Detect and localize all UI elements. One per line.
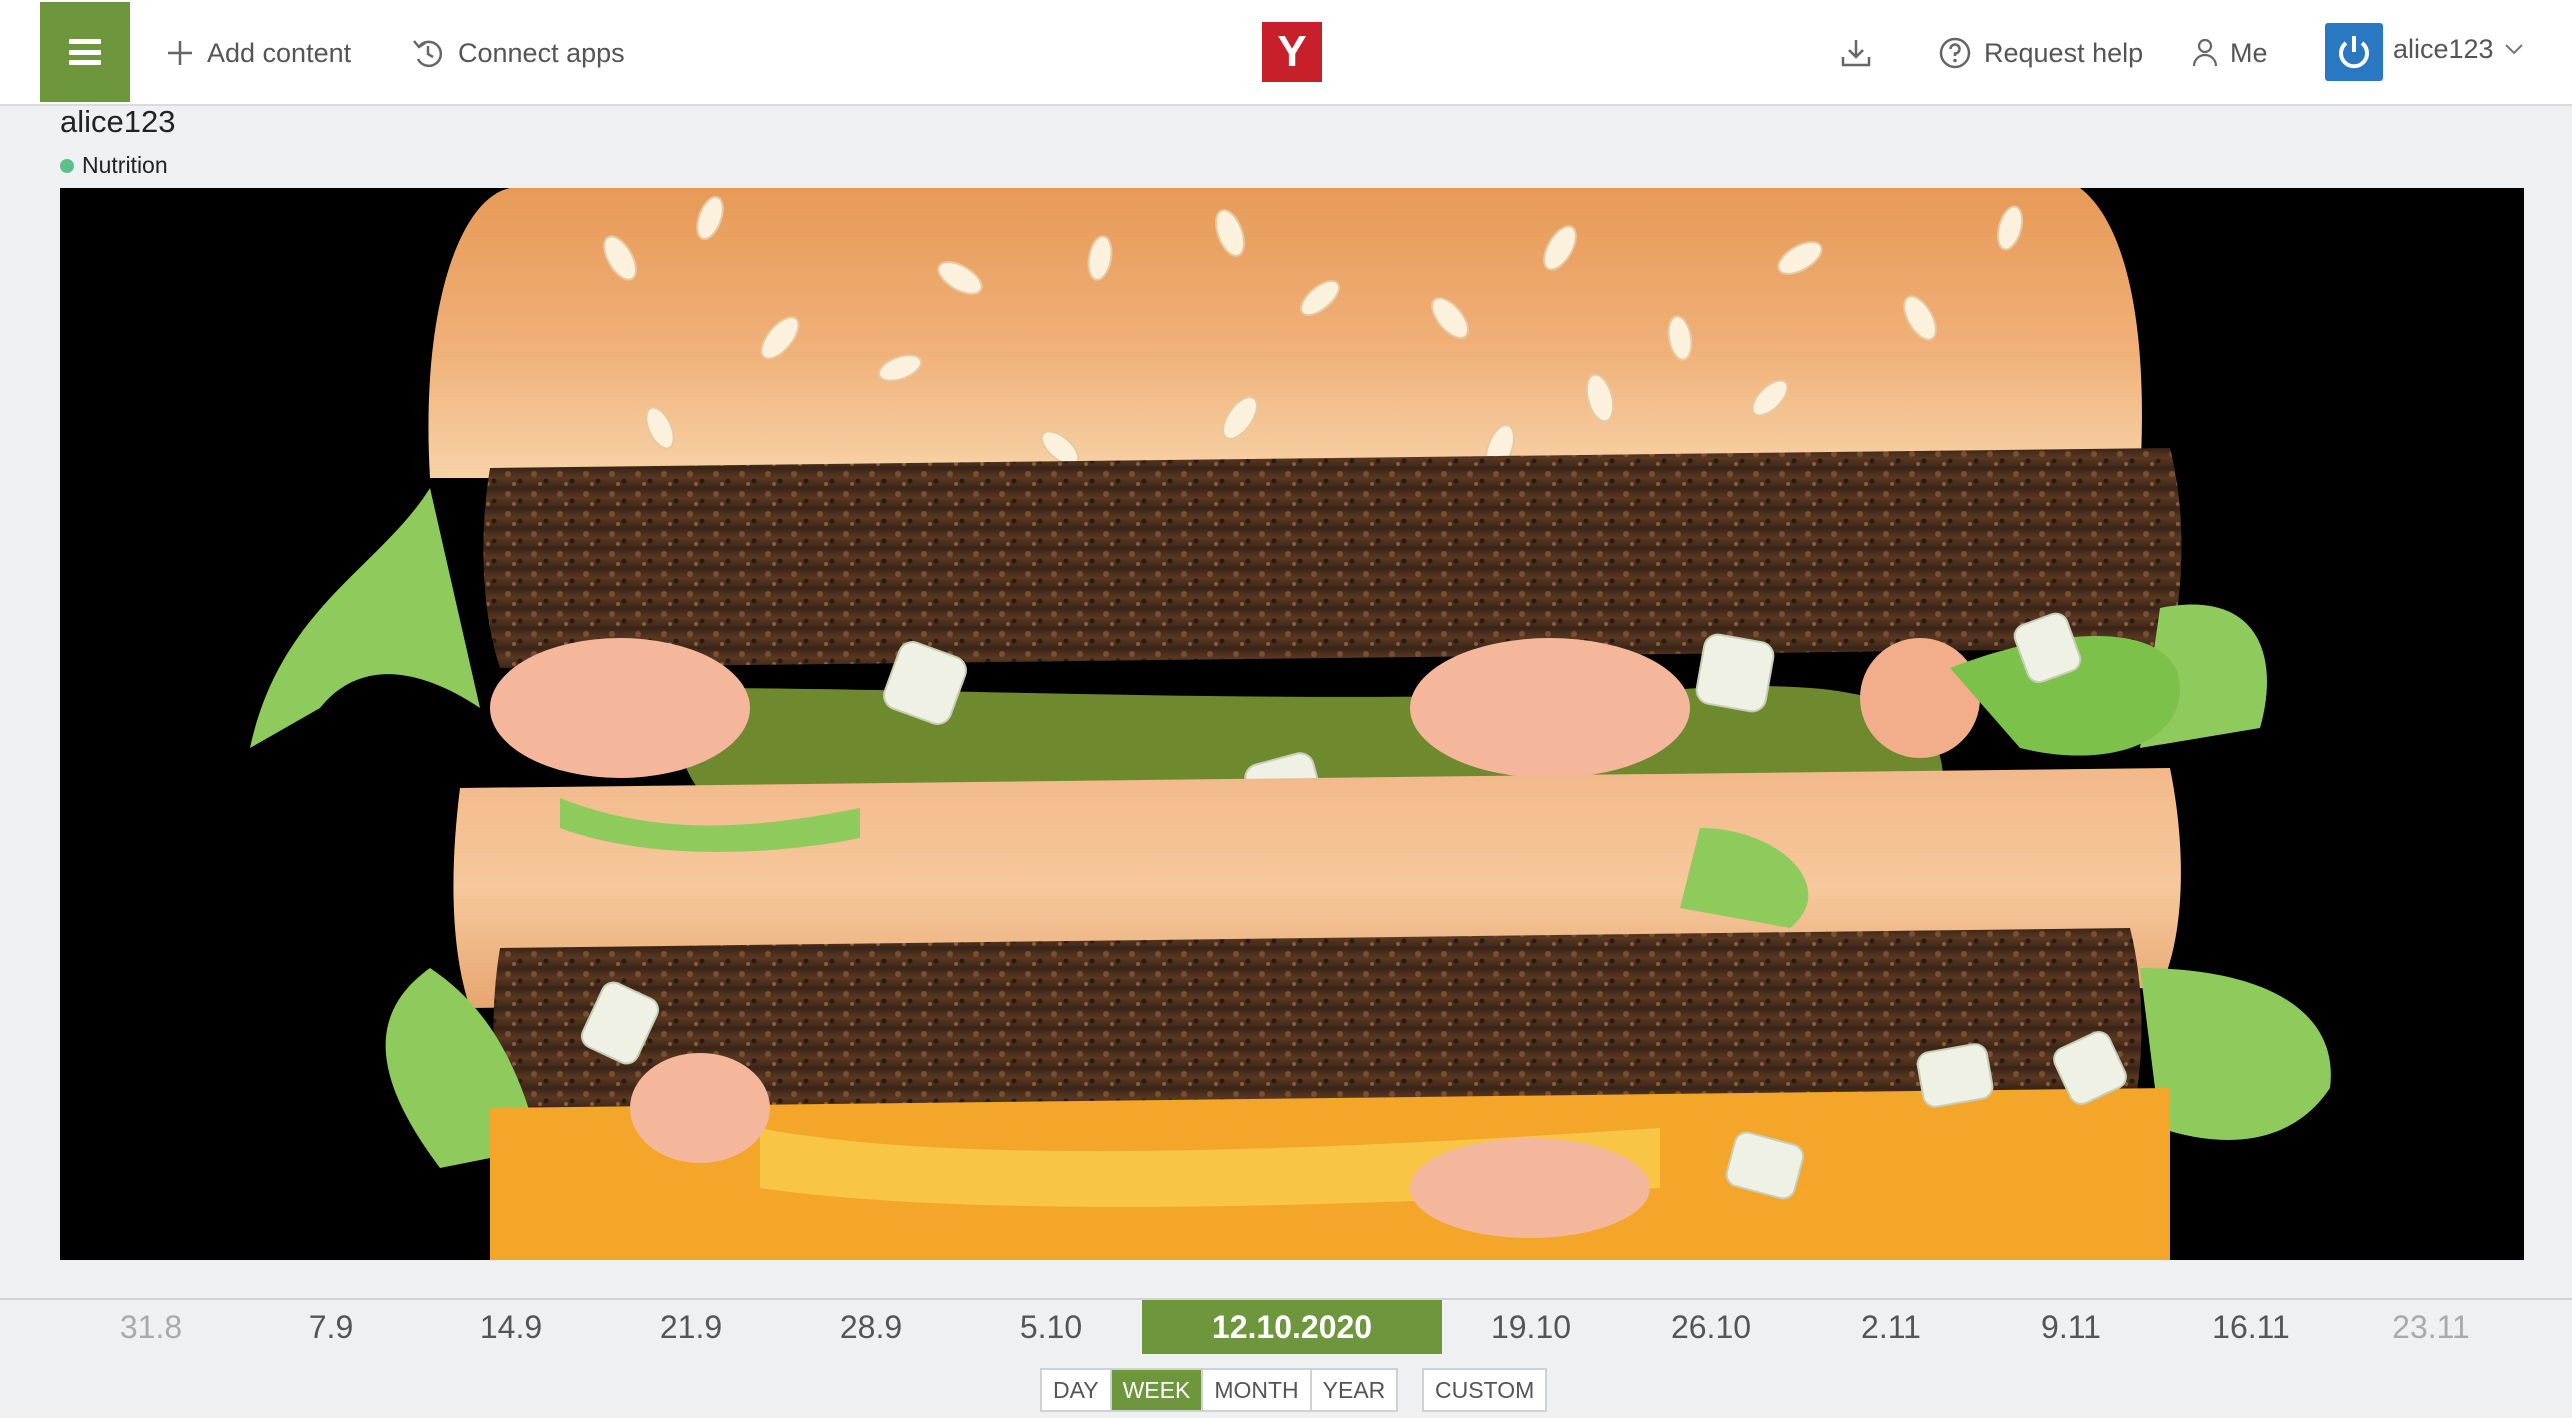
timeline-date[interactable]: 2.11 <box>1801 1300 1981 1354</box>
range-selector: DAY WEEK MONTH YEAR <box>1040 1368 1399 1412</box>
page-title: alice123 <box>60 104 176 139</box>
user-menu[interactable]: alice123 <box>2393 26 2524 72</box>
download-icon <box>1841 40 1871 67</box>
content-image <box>60 188 2524 1260</box>
timeline-date[interactable]: 31.8 <box>61 1300 241 1354</box>
add-content-label: Add content <box>207 37 352 68</box>
username-label: alice123 <box>2393 33 2494 64</box>
date-timeline: 31.8 7.9 14.9 21.9 28.9 5.10 12.10.2020 … <box>0 1298 2572 1358</box>
burger-image <box>60 188 2524 1260</box>
timeline-date[interactable]: 14.9 <box>421 1300 601 1354</box>
range-custom-button[interactable]: CUSTOM <box>1424 1370 1545 1410</box>
timeline-date[interactable]: 26.10 <box>1621 1300 1801 1354</box>
category-dot <box>60 158 74 173</box>
range-month-button[interactable]: MONTH <box>1203 1370 1312 1410</box>
range-year-button[interactable]: YEAR <box>1312 1370 1397 1410</box>
timeline-date[interactable]: 5.10 <box>961 1300 1141 1354</box>
person-icon <box>2192 38 2218 67</box>
timeline-date-selected[interactable]: 12.10.2020 <box>1142 1300 1442 1354</box>
add-content-button[interactable]: Add content <box>165 30 351 76</box>
help-icon <box>1939 37 1971 69</box>
plus-icon <box>168 41 192 65</box>
connect-apps-button[interactable]: Connect apps <box>410 30 625 76</box>
category-label: Nutrition <box>60 152 168 179</box>
request-help-button[interactable]: Request help <box>1938 30 2143 76</box>
timeline-date[interactable]: 28.9 <box>781 1300 961 1354</box>
avatar[interactable] <box>2325 23 2383 81</box>
range-day-button[interactable]: DAY <box>1042 1370 1112 1410</box>
menu-icon <box>69 39 101 65</box>
power-icon <box>2339 36 2369 69</box>
connect-apps-label: Connect apps <box>458 37 625 68</box>
me-label: Me <box>2230 37 2268 68</box>
category-text: Nutrition <box>82 152 168 178</box>
app-logo[interactable]: Y <box>1262 22 1322 82</box>
timeline-date[interactable]: 19.10 <box>1441 1300 1621 1354</box>
timeline-date[interactable]: 21.9 <box>601 1300 781 1354</box>
chevron-down-icon <box>2504 44 2523 55</box>
menu-button[interactable] <box>40 2 130 102</box>
timeline-date[interactable]: 9.11 <box>1981 1300 2161 1354</box>
range-week-button[interactable]: WEEK <box>1111 1370 1204 1410</box>
top-bar: Add content Connect apps Y Request help … <box>0 0 2572 106</box>
request-help-label: Request help <box>1984 37 2144 68</box>
custom-range: CUSTOM <box>1422 1368 1548 1412</box>
timeline-date[interactable]: 7.9 <box>241 1300 421 1354</box>
connect-icon <box>413 40 443 68</box>
timeline-date[interactable]: 16.11 <box>2161 1300 2341 1354</box>
download-button[interactable] <box>1838 30 1886 76</box>
me-button[interactable]: Me <box>2192 30 2268 76</box>
timeline-date[interactable]: 23.11 <box>2341 1300 2521 1354</box>
